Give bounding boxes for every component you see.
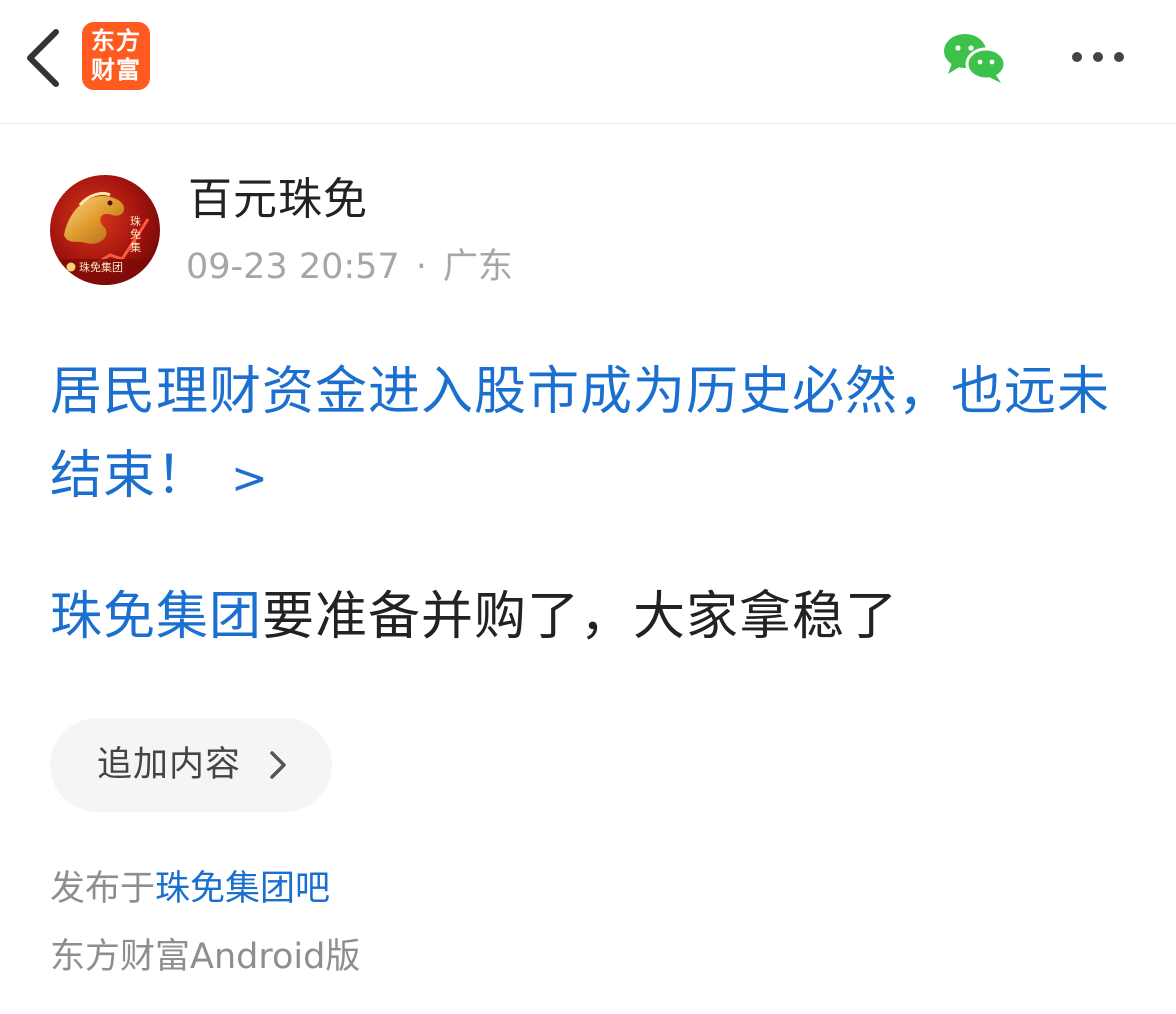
wechat-share-button[interactable] <box>940 30 1010 86</box>
more-options-button[interactable] <box>1062 36 1134 78</box>
post-body: 珠免集团要准备并购了，大家拿稳了 <box>50 582 898 652</box>
app-logo-line-1: 东方 <box>91 27 141 55</box>
client-source: 东方财富Android版 <box>50 937 361 977</box>
author-avatar[interactable]: 珠 免 集 珠免集团 <box>50 175 160 285</box>
post-title-text: 居民理财资金进入股市成为历史必然，也远未结束！ <box>50 362 1111 506</box>
post-meta: 09-23 20:57 · 广东 <box>186 244 513 290</box>
app-logo-line-2: 财富 <box>91 56 141 84</box>
author-name[interactable]: 百元珠免 <box>188 170 368 230</box>
wechat-icon <box>944 34 1007 83</box>
svg-text:集: 集 <box>130 240 141 254</box>
app-logo: 东方 财富 <box>82 22 150 90</box>
post-location: 广东 <box>442 247 513 287</box>
avatar-dragon-image: 珠 免 集 珠免集团 <box>50 175 160 285</box>
append-content-button[interactable]: 追加内容 <box>50 718 332 812</box>
stock-link[interactable]: 珠免集团 <box>50 587 262 647</box>
published-prefix: 发布于 <box>50 869 156 909</box>
svg-text:珠: 珠 <box>130 214 141 228</box>
svg-text:免: 免 <box>130 227 141 241</box>
back-arrow-icon <box>27 29 59 87</box>
more-options-icon <box>1072 52 1124 62</box>
post-title-link[interactable]: 居民理财资金进入股市成为历史必然，也远未结束！ > <box>50 350 1140 521</box>
append-content-label: 追加内容 <box>97 745 242 785</box>
post-body-text: 要准备并购了，大家拿稳了 <box>262 587 899 647</box>
title-arrow-icon: > <box>231 453 269 504</box>
published-in: 发布于珠免集团吧 <box>50 866 330 912</box>
back-button[interactable] <box>18 24 74 92</box>
chevron-right-icon <box>270 751 286 779</box>
bar-link[interactable]: 珠免集团吧 <box>155 869 330 909</box>
svg-text:珠免集团: 珠免集团 <box>79 260 123 274</box>
meta-separator: · <box>415 247 427 287</box>
post-time: 09-23 20:57 <box>186 247 400 287</box>
top-navigation-bar: 东方 财富 <box>0 0 1176 124</box>
